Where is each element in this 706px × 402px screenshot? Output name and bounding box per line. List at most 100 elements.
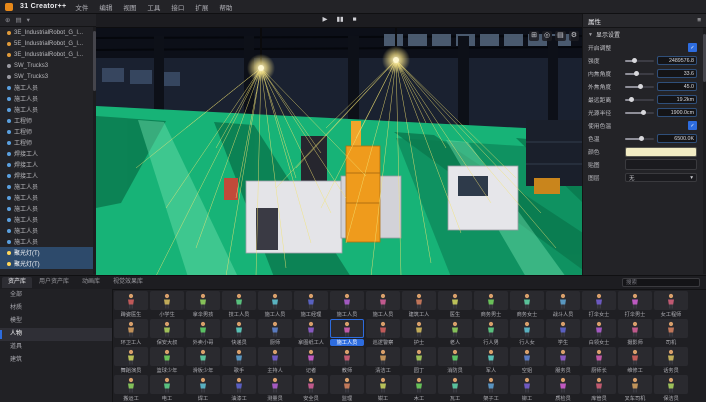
tree-item[interactable]: 工程师 bbox=[0, 115, 93, 126]
search-input[interactable] bbox=[622, 278, 700, 287]
asset-item[interactable]: 质检员 bbox=[546, 375, 580, 402]
asset-item[interactable]: 环卫工人 bbox=[114, 319, 148, 346]
menu-帮助[interactable]: 帮助 bbox=[217, 2, 234, 12]
tree-item[interactable]: 施工人员 bbox=[0, 203, 93, 214]
asset-item[interactable]: 清洁工 bbox=[366, 347, 400, 374]
category-材质[interactable]: 材质 bbox=[0, 302, 112, 315]
layer-dropdown[interactable]: 无▾ bbox=[625, 173, 697, 182]
prop-slider[interactable] bbox=[625, 112, 654, 114]
asset-item[interactable]: 行人女 bbox=[510, 319, 544, 346]
asset-item[interactable]: 测量员 bbox=[258, 375, 292, 402]
menu-扩展[interactable]: 扩展 bbox=[193, 2, 210, 12]
asset-item[interactable]: 建筑工人 bbox=[402, 291, 436, 318]
category-建筑[interactable]: 建筑 bbox=[0, 354, 112, 367]
asset-item[interactable]: 商务男士 bbox=[474, 291, 508, 318]
asset-item[interactable]: 搬运工 bbox=[114, 375, 148, 402]
tree-item[interactable]: 施工人员 bbox=[0, 192, 93, 203]
prop-value-input[interactable]: 6500.0K bbox=[657, 134, 697, 143]
category-人物[interactable]: 人物 bbox=[0, 328, 112, 341]
play-button[interactable]: ▶ bbox=[322, 17, 327, 24]
asset-item[interactable]: 拿伞男孩 bbox=[186, 291, 220, 318]
asset-item[interactable]: 学生 bbox=[546, 319, 580, 346]
asset-item[interactable]: 战斗人员 bbox=[546, 291, 580, 318]
asset-item[interactable]: 叉车司机 bbox=[618, 375, 652, 402]
asset-item[interactable]: 拿图纸工人 bbox=[294, 319, 328, 346]
menu-编辑[interactable]: 编辑 bbox=[97, 2, 114, 12]
pause-button[interactable]: ▮▮ bbox=[336, 17, 343, 24]
asset-item[interactable]: 打伞男士 bbox=[618, 291, 652, 318]
asset-item[interactable]: 厨师长 bbox=[582, 347, 616, 374]
asset-item[interactable]: 话务员 bbox=[654, 347, 688, 374]
add-icon[interactable]: ⊕ bbox=[5, 16, 10, 24]
tree-item[interactable]: 施工人员 bbox=[0, 225, 93, 236]
prop-slider[interactable] bbox=[625, 138, 654, 140]
asset-item[interactable]: 巡逻警察 bbox=[366, 319, 400, 346]
asset-item[interactable]: 保安大叔 bbox=[150, 319, 184, 346]
asset-item[interactable]: 瓦工 bbox=[438, 375, 472, 402]
asset-item[interactable]: 维修工 bbox=[618, 347, 652, 374]
asset-item[interactable]: 女工程师 bbox=[654, 291, 688, 318]
asset-item[interactable]: 焊工 bbox=[186, 375, 220, 402]
asset-item[interactable]: 施工人员 bbox=[258, 291, 292, 318]
category-全部[interactable]: 全部 bbox=[0, 289, 112, 302]
prop-checkbox[interactable]: ✓ bbox=[688, 43, 697, 52]
prop-slider[interactable] bbox=[625, 73, 654, 75]
asset-item[interactable]: 木工 bbox=[402, 375, 436, 402]
asset-item[interactable]: 服务员 bbox=[546, 347, 580, 374]
texture-slot[interactable] bbox=[625, 159, 697, 170]
asset-item[interactable]: 护士 bbox=[402, 319, 436, 346]
asset-item[interactable]: 滑板少年 bbox=[186, 347, 220, 374]
asset-item[interactable]: 施工经理 bbox=[294, 291, 328, 318]
settings-icon[interactable]: ⚙ bbox=[569, 31, 579, 41]
menu-文件[interactable]: 文件 bbox=[73, 2, 90, 12]
asset-item[interactable]: 医生 bbox=[438, 291, 472, 318]
asset-item[interactable]: 技工人员 bbox=[222, 291, 256, 318]
color-swatch[interactable] bbox=[625, 147, 697, 157]
asset-item[interactable]: 厨师 bbox=[258, 319, 292, 346]
asset-item[interactable]: 军人 bbox=[474, 347, 508, 374]
asset-item[interactable]: 行人男 bbox=[474, 319, 508, 346]
focus-icon[interactable]: ◎ bbox=[542, 31, 552, 41]
asset-item[interactable]: 电工 bbox=[150, 375, 184, 402]
tree-item[interactable]: 施工人员 bbox=[0, 236, 93, 247]
prop-slider[interactable] bbox=[625, 86, 654, 88]
prop-value-input[interactable]: 1900.0cm bbox=[657, 108, 697, 117]
tree-item[interactable]: SW_Trucks3 bbox=[0, 60, 93, 71]
category-模型[interactable]: 模型 bbox=[0, 315, 112, 328]
tab-视觉效果库[interactable]: 视觉效果库 bbox=[107, 277, 149, 288]
stop-button[interactable]: ■ bbox=[353, 17, 357, 24]
tree-item[interactable]: 3E_IndustrialRobot_G_I... bbox=[0, 27, 93, 38]
asset-item[interactable]: 白领女士 bbox=[582, 319, 616, 346]
asset-item[interactable]: 外卖小哥 bbox=[186, 319, 220, 346]
asset-item[interactable]: 监理 bbox=[330, 375, 364, 402]
asset-item[interactable]: 教师 bbox=[330, 347, 364, 374]
asset-item[interactable]: 蹲姿医生 bbox=[114, 291, 148, 318]
tree-item[interactable]: 施工人员 bbox=[0, 104, 93, 115]
tree-item[interactable]: 聚光灯(T) bbox=[0, 247, 93, 258]
menu-视图[interactable]: 视图 bbox=[121, 2, 138, 12]
asset-item[interactable]: 主持人 bbox=[258, 347, 292, 374]
menu-接口[interactable]: 接口 bbox=[169, 2, 186, 12]
tree-item[interactable]: 3E_IndustrialRobot_G_I... bbox=[0, 49, 93, 60]
asset-item[interactable]: 钳工 bbox=[366, 375, 400, 402]
asset-item[interactable]: 记者 bbox=[294, 347, 328, 374]
prop-slider[interactable] bbox=[625, 99, 654, 101]
prop-value-input[interactable]: 19.2km bbox=[657, 95, 697, 104]
asset-item[interactable]: 施工人员 bbox=[330, 291, 364, 318]
collapse-icon[interactable]: ▾ bbox=[27, 16, 30, 24]
asset-item[interactable]: 篮球少年 bbox=[150, 347, 184, 374]
asset-item[interactable]: 保洁员 bbox=[654, 375, 688, 402]
tree-item[interactable]: 施工人员 bbox=[0, 82, 93, 93]
tab-用户资产库[interactable]: 用户资产库 bbox=[33, 277, 75, 288]
asset-item[interactable]: 商务女士 bbox=[510, 291, 544, 318]
asset-item[interactable]: 架子工 bbox=[474, 375, 508, 402]
list-icon[interactable]: ▤ bbox=[15, 16, 21, 24]
asset-item[interactable]: 库管员 bbox=[582, 375, 616, 402]
asset-item[interactable]: 油漆工 bbox=[222, 375, 256, 402]
asset-item[interactable]: 舞蹈演员 bbox=[114, 347, 148, 374]
asset-item[interactable]: 打伞女士 bbox=[582, 291, 616, 318]
asset-item[interactable]: 铆工 bbox=[510, 375, 544, 402]
prop-slider[interactable] bbox=[625, 60, 654, 62]
tree-item[interactable]: 5E_IndustrialRobot_G_I... bbox=[0, 38, 93, 49]
tab-动画库[interactable]: 动画库 bbox=[76, 277, 106, 288]
